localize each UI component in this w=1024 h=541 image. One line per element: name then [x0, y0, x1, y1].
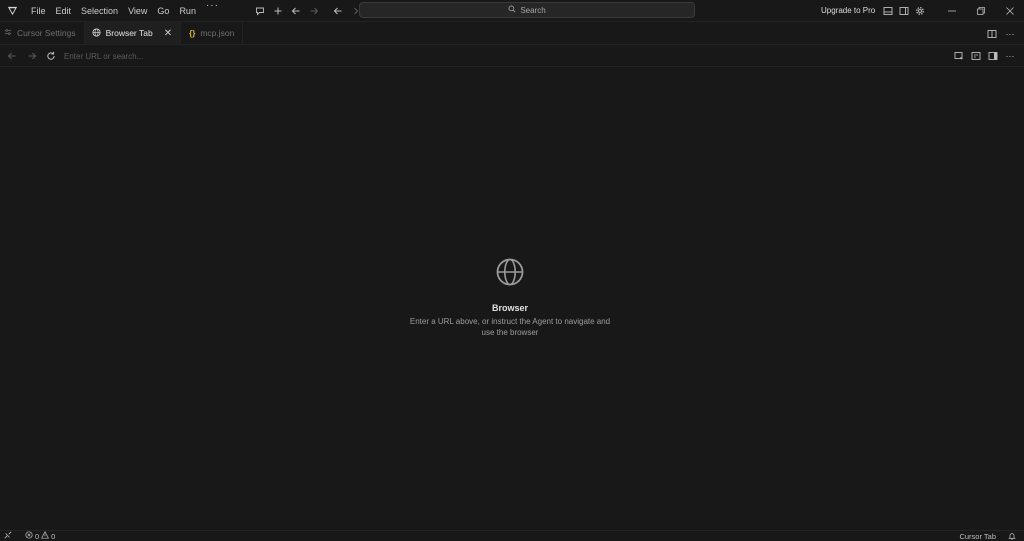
url-input[interactable]: [64, 48, 444, 64]
menu-bar: File Edit Selection View Go Run ···: [26, 0, 224, 22]
close-tab-icon[interactable]: ✕: [164, 28, 172, 39]
browser-actions: ···: [951, 48, 1018, 64]
status-left: 0 0: [4, 531, 55, 541]
menu-go[interactable]: Go: [152, 0, 174, 22]
tab-mcp-json[interactable]: {} mcp.json: [181, 22, 244, 44]
command-search-box[interactable]: Search: [359, 2, 695, 18]
window-controls: [937, 0, 1024, 22]
reload-icon[interactable]: [42, 48, 60, 64]
browser-nav: [2, 48, 60, 64]
arrow-left-icon[interactable]: [288, 3, 304, 19]
tab-cursor-settings[interactable]: Cursor Settings: [0, 22, 85, 44]
tab-label: Cursor Settings: [17, 28, 76, 38]
toggle-panel-icon[interactable]: [880, 3, 896, 19]
cursor-window: File Edit Selection View Go Run ··· Sear…: [0, 0, 1024, 541]
globe-icon: [495, 257, 525, 287]
devtools-panel-icon[interactable]: [985, 48, 1001, 64]
chat-bubble-icon[interactable]: [252, 3, 268, 19]
layout-icons: [880, 3, 928, 19]
menu-run[interactable]: Run: [174, 0, 201, 22]
split-editor-icon[interactable]: [984, 26, 1000, 42]
tab-label: mcp.json: [200, 28, 235, 38]
tabbar-actions: ···: [984, 26, 1018, 42]
menu-view[interactable]: View: [123, 0, 152, 22]
status-bar: 0 0 Cursor Tab: [0, 530, 1024, 541]
globe-icon: [92, 27, 101, 39]
menu-file[interactable]: File: [26, 0, 51, 22]
error-icon: [25, 531, 33, 541]
screenshot-icon[interactable]: [968, 48, 984, 64]
warning-count: 0: [51, 531, 56, 541]
remote-icon[interactable]: [4, 531, 12, 541]
browser-more-icon[interactable]: ···: [1002, 48, 1018, 64]
toggle-sidebar-icon[interactable]: [896, 3, 912, 19]
error-count: 0: [35, 531, 40, 541]
menu-selection[interactable]: Selection: [76, 0, 123, 22]
json-braces-icon: {}: [189, 28, 196, 38]
browser-empty-state: Browser Enter a URL above, or instruct t…: [400, 257, 620, 338]
upgrade-to-pro-button[interactable]: Upgrade to Pro: [821, 0, 875, 22]
title-nav-icons: [252, 0, 364, 22]
menu-edit[interactable]: Edit: [51, 0, 77, 22]
arrow-right-icon[interactable]: [306, 3, 322, 19]
settings-lines-icon: [4, 28, 12, 38]
history-back-icon[interactable]: [330, 3, 346, 19]
minimize-button[interactable]: [937, 0, 966, 22]
select-element-icon[interactable]: [951, 48, 967, 64]
editor-tab-bar: Cursor Settings Browser Tab ✕ {} mcp.jso…: [0, 22, 1024, 45]
browser-toolbar: ···: [0, 45, 1024, 67]
problems-indicator[interactable]: 0 0: [25, 531, 55, 541]
tab-browser[interactable]: Browser Tab ✕: [84, 22, 182, 44]
empty-state-description: Enter a URL above, or instruct the Agent…: [409, 317, 611, 337]
empty-state-title: Browser: [491, 303, 528, 313]
restore-button[interactable]: [966, 0, 995, 22]
more-actions-icon[interactable]: ···: [1002, 26, 1018, 42]
bell-icon[interactable]: [1008, 532, 1016, 541]
search-label: Search: [520, 5, 546, 15]
warning-icon: [41, 531, 50, 541]
tab-label: Browser Tab: [105, 28, 153, 38]
title-bar: File Edit Selection View Go Run ··· Sear…: [0, 0, 1024, 22]
close-window-button[interactable]: [995, 0, 1024, 22]
search-icon: [508, 5, 516, 15]
browser-viewport: Browser Enter a URL above, or instruct t…: [0, 67, 1024, 530]
plus-icon[interactable]: [270, 3, 286, 19]
menu-more-button[interactable]: ···: [201, 0, 224, 22]
browser-forward-icon[interactable]: [23, 48, 41, 64]
cursor-logo-icon: [4, 3, 20, 19]
gear-icon[interactable]: [912, 3, 928, 19]
browser-back-icon[interactable]: [2, 48, 22, 64]
status-right: Cursor Tab: [959, 531, 1016, 541]
cursor-tab-status[interactable]: Cursor Tab: [959, 532, 996, 541]
